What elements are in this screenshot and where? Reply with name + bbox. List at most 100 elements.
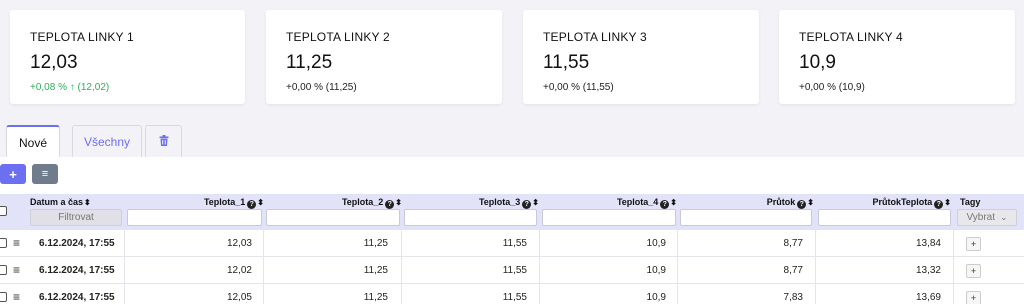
tab-nove[interactable]: Nové (6, 125, 60, 159)
table-row[interactable]: ≡ 6.12.2024, 17:55 12,03 11,25 11,55 10,… (0, 230, 1024, 257)
card-title: TEPLOTA LINKY 4 (799, 30, 903, 44)
card-teplota-linky-2: TEPLOTA LINKY 2 11,25 +0,00 % (11,25) (266, 10, 502, 104)
row-menu-icon[interactable]: ≡ (13, 290, 20, 304)
tab-vsechny[interactable]: Všechny (72, 125, 142, 158)
teplota-2-filter-input[interactable] (266, 209, 400, 226)
cell-teplota-3: 11,55 (502, 238, 527, 249)
column-teplota-4[interactable]: Teplota_4? ⬍ (617, 197, 677, 209)
tab-trash[interactable] (145, 125, 182, 158)
cell-teplota-3: 11,55 (502, 265, 527, 276)
cell-teplota-2: 11,25 (363, 238, 388, 249)
tags-select-value: Vybrat (966, 212, 995, 223)
row-checkbox[interactable] (0, 292, 7, 302)
row-menu-icon[interactable]: ≡ (13, 236, 20, 250)
column-prutok[interactable]: Průtok? ⬍ (767, 197, 814, 209)
cell-teplota-4: 10,9 (646, 238, 666, 249)
cell-prutok: 7,83 (783, 292, 803, 303)
bulk-menu-button[interactable]: ≡ (32, 164, 58, 184)
card-delta: +0,08 % ↑ (12,02) (30, 82, 110, 93)
card-value: 11,25 (286, 52, 333, 73)
cell-teplota-4: 10,9 (646, 292, 666, 303)
cell-prutok-teplota: 13,69 (915, 292, 941, 303)
card-value: 10,9 (799, 52, 836, 73)
column-label: Teplota_4 (616, 197, 659, 207)
card-delta: +0,00 % (11,25) (286, 82, 357, 93)
tab-bar: Nové Všechny (0, 125, 1024, 159)
tab-label: Všechny (83, 135, 131, 149)
prutok-filter-input[interactable] (680, 209, 812, 226)
card-delta: +0,00 % (10,9) (799, 82, 865, 93)
column-label: Teplota_3 (478, 197, 521, 207)
tags-select[interactable]: Vybrat ⌄ (957, 209, 1017, 226)
table-row[interactable]: ≡ 6.12.2024, 17:55 12,02 11,25 11,55 10,… (0, 257, 1024, 284)
help-icon: ? (385, 200, 395, 209)
trash-icon (159, 135, 169, 149)
add-tag-button[interactable]: + (966, 291, 981, 304)
column-teplota-3[interactable]: Teplota_3? ⬍ (479, 197, 539, 209)
cell-teplota-2: 11,25 (363, 265, 388, 276)
chevron-down-icon: ⌄ (999, 212, 1008, 222)
add-tag-button[interactable]: + (966, 264, 981, 278)
sort-icon: ⬍ (944, 198, 951, 207)
tab-label: Nové (18, 136, 47, 150)
select-all-checkbox[interactable] (0, 206, 7, 216)
teplota-4-filter-input[interactable] (542, 209, 676, 226)
cell-teplota-4: 10,9 (646, 265, 666, 276)
row-checkbox[interactable] (0, 238, 7, 248)
column-date[interactable]: Datum a čas⬍ (30, 197, 91, 207)
column-label: Tagy (960, 197, 981, 207)
add-record-button[interactable]: + (0, 164, 26, 184)
row-checkbox[interactable] (0, 265, 7, 275)
teplota-3-filter-input[interactable] (404, 209, 537, 226)
help-icon: ? (522, 200, 532, 209)
column-label: Datum a čas (30, 197, 84, 207)
column-label: Teplota_2 (341, 197, 384, 207)
sort-icon: ⬍ (395, 198, 402, 207)
cell-date: 6.12.2024, 17:55 (39, 238, 115, 249)
help-icon: ? (660, 200, 670, 209)
column-prutok-teplota[interactable]: PrůtokTeplota? ⬍ (872, 197, 951, 209)
sort-icon: ⬍ (807, 198, 814, 207)
sort-icon: ⬍ (84, 198, 91, 207)
cell-teplota-1: 12,05 (226, 292, 252, 303)
card-delta: +0,00 % (11,55) (543, 82, 614, 93)
table-header: Datum a čas⬍ Filtrovat Teplota_1? ⬍ Teplo… (0, 194, 1024, 230)
records-panel: + ≡ Datum a čas⬍ Filtrovat Teplota_1? ⬍ T… (0, 157, 1024, 304)
cell-teplota-1: 12,02 (226, 265, 252, 276)
date-filter-button[interactable]: Filtrovat (30, 209, 122, 226)
help-icon: ? (247, 200, 257, 209)
sort-icon: ⬍ (670, 198, 677, 207)
card-teplota-linky-3: TEPLOTA LINKY 3 11,55 +0,00 % (11,55) (523, 10, 759, 104)
cell-teplota-2: 11,25 (363, 292, 388, 303)
card-value: 11,55 (543, 52, 590, 73)
column-teplota-2[interactable]: Teplota_2? ⬍ (342, 197, 402, 209)
cell-teplota-3: 11,55 (502, 292, 527, 303)
column-label: PrůtokTeplota (872, 197, 933, 207)
card-value: 12,03 (30, 52, 78, 73)
card-teplota-linky-4: TEPLOTA LINKY 4 10,9 +0,00 % (10,9) (779, 10, 1015, 104)
column-teplota-1[interactable]: Teplota_1? ⬍ (204, 197, 264, 209)
card-teplota-linky-1: TEPLOTA LINKY 1 12,03 +0,08 % ↑ (12,02) (10, 10, 245, 104)
card-title: TEPLOTA LINKY 3 (543, 30, 647, 44)
card-title: TEPLOTA LINKY 1 (30, 30, 134, 44)
sort-icon: ⬍ (532, 198, 539, 207)
column-label: Teplota_1 (203, 197, 246, 207)
sort-icon: ⬍ (257, 198, 264, 207)
teplota-1-filter-input[interactable] (127, 209, 262, 226)
column-tagy: Tagy (960, 197, 980, 207)
cell-prutok: 8,77 (783, 238, 803, 249)
row-menu-icon[interactable]: ≡ (13, 263, 20, 277)
cell-date: 6.12.2024, 17:55 (39, 292, 115, 303)
cell-teplota-1: 12,03 (226, 238, 252, 249)
add-tag-button[interactable]: + (966, 237, 981, 251)
cell-date: 6.12.2024, 17:55 (39, 265, 115, 276)
column-label: Průtok (766, 197, 796, 207)
card-title: TEPLOTA LINKY 2 (286, 30, 390, 44)
help-icon: ? (934, 200, 944, 209)
prutok-teplota-filter-input[interactable] (818, 209, 951, 226)
cell-prutok-teplota: 13,84 (915, 238, 941, 249)
help-icon: ? (797, 200, 807, 209)
table-row[interactable]: ≡ 6.12.2024, 17:55 12,05 11,25 11,55 10,… (0, 284, 1024, 304)
cell-prutok: 8,77 (783, 265, 803, 276)
cell-prutok-teplota: 13,32 (915, 265, 941, 276)
